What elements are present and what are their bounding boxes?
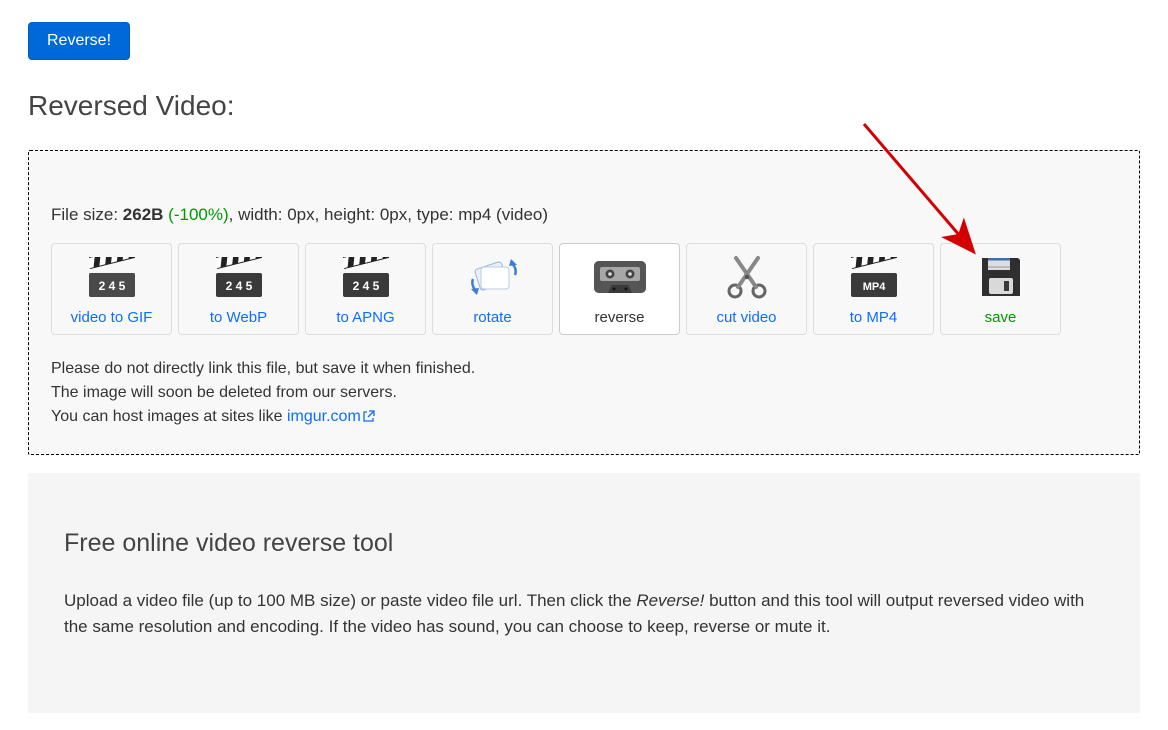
svg-text:2 4 5: 2 4 5 [98, 279, 125, 293]
file-info: File size: 262B (-100%), width: 0px, hei… [51, 205, 1117, 225]
info-paragraph: Upload a video file (up to 100 MB size) … [64, 588, 1104, 641]
tile-label: to WebP [210, 309, 267, 326]
scissors-icon [724, 244, 770, 309]
tile-label: reverse [594, 309, 644, 326]
note-line-1: Please do not directly link this file, b… [51, 357, 1117, 381]
reverse-button[interactable]: Reverse! [28, 22, 130, 60]
tile-label: video to GIF [71, 309, 153, 326]
file-size: 262B [123, 205, 164, 224]
clapperboard-mp4-icon: MP4 [851, 244, 897, 309]
svg-text:2 4 5: 2 4 5 [225, 279, 252, 293]
note-line-3a: You can host images at sites like [51, 408, 287, 425]
action-tiles: 2 4 5 [51, 243, 1117, 335]
tile-cut-video[interactable]: cut video [686, 243, 807, 335]
clapperboard-icon: 2 4 5 [216, 244, 262, 309]
tile-reverse[interactable]: reverse [559, 243, 680, 335]
clapperboard-icon: 2 4 5 [343, 244, 389, 309]
tile-label: to APNG [336, 309, 394, 326]
file-info-prefix: File size: [51, 205, 123, 224]
clapperboard-icon: 2 4 5 [89, 244, 135, 309]
tile-label: rotate [473, 309, 511, 326]
tile-label: cut video [716, 309, 776, 326]
cassette-icon [592, 244, 648, 309]
file-size-pct: (-100%) [163, 205, 228, 224]
svg-text:2 4 5: 2 4 5 [352, 279, 379, 293]
result-panel: File size: 262B (-100%), width: 0px, hei… [28, 150, 1140, 455]
tile-rotate[interactable]: rotate [432, 243, 553, 335]
note-line-2: The image will soon be deleted from our … [51, 381, 1117, 405]
tile-video-to-gif[interactable]: 2 4 5 [51, 243, 172, 335]
external-link-icon [363, 406, 375, 430]
tile-label: save [985, 309, 1017, 326]
imgur-link[interactable]: imgur.com [287, 408, 375, 425]
info-panel: Free online video reverse tool Upload a … [28, 473, 1140, 713]
tile-to-apng[interactable]: 2 4 5 to APNG [305, 243, 426, 335]
rotate-icon [467, 244, 519, 309]
tile-to-mp4[interactable]: MP4 to MP4 [813, 243, 934, 335]
svg-text:MP4: MP4 [862, 281, 886, 293]
tile-label: to MP4 [850, 309, 898, 326]
section-title: Reversed Video: [28, 90, 1140, 122]
floppy-disk-icon [978, 244, 1024, 309]
info-heading: Free online video reverse tool [64, 529, 1104, 558]
tile-save[interactable]: save [940, 243, 1061, 335]
file-info-rest: , width: 0px, height: 0px, type: mp4 (vi… [229, 205, 548, 224]
tile-to-webp[interactable]: 2 4 5 to WebP [178, 243, 299, 335]
notes: Please do not directly link this file, b… [51, 357, 1117, 430]
